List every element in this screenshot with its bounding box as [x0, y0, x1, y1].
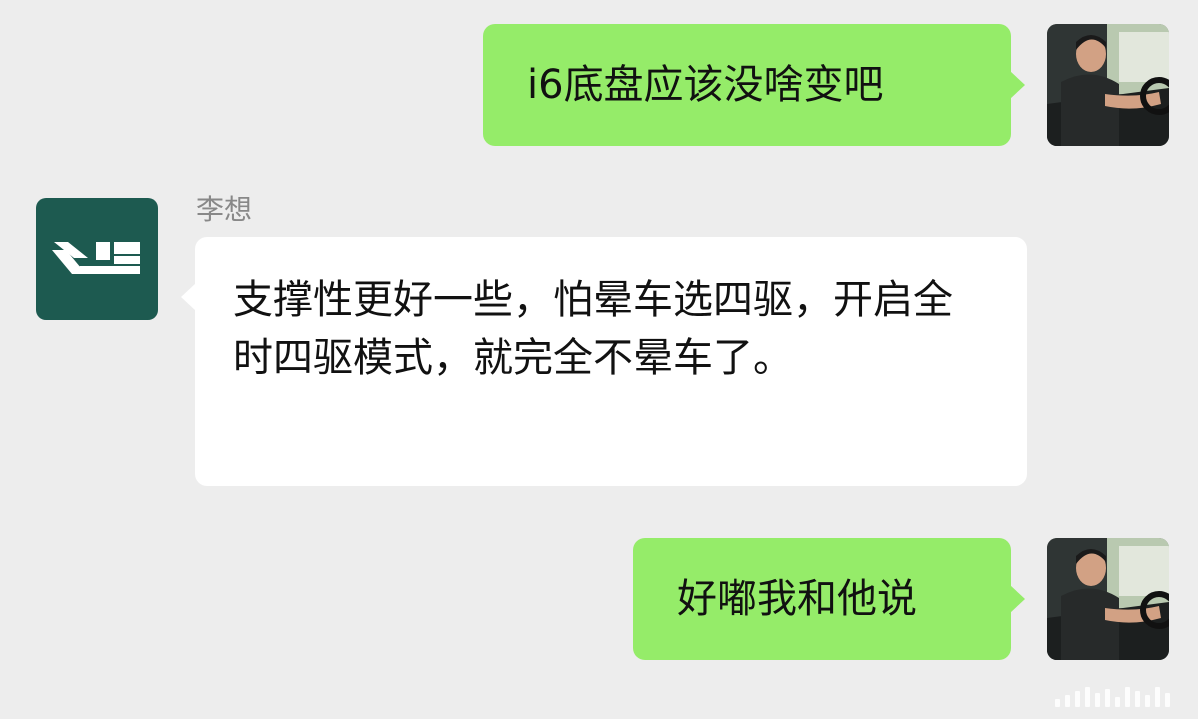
chat-area: i6底盘应该没啥变吧 李想 支撑性更好一些，怕晕车选四驱，开启全时四驱模式，就完 [0, 0, 1198, 719]
watermark-mark [1055, 687, 1170, 707]
outgoing-message-bubble[interactable]: i6底盘应该没啥变吧 [483, 24, 1025, 146]
message-text: 支撑性更好一些，怕晕车选四驱，开启全时四驱模式，就完全不晕车了。 [233, 277, 953, 381]
driver-photo-icon [1047, 538, 1169, 660]
driver-photo-icon [1047, 24, 1169, 146]
user-avatar[interactable] [1047, 24, 1169, 146]
incoming-message-bubble[interactable]: 支撑性更好一些，怕晕车选四驱，开启全时四驱模式，就完全不晕车了。 [181, 237, 1027, 486]
sender-name: 李想 [196, 193, 253, 226]
li-auto-logo-icon [52, 242, 140, 274]
message-text: i6底盘应该没啥变吧 [527, 62, 884, 108]
li-auto-avatar[interactable] [36, 198, 158, 320]
user-avatar[interactable] [1047, 538, 1169, 660]
message-text: 好嘟我和他说 [677, 576, 917, 622]
outgoing-message-bubble[interactable]: 好嘟我和他说 [633, 538, 1025, 660]
